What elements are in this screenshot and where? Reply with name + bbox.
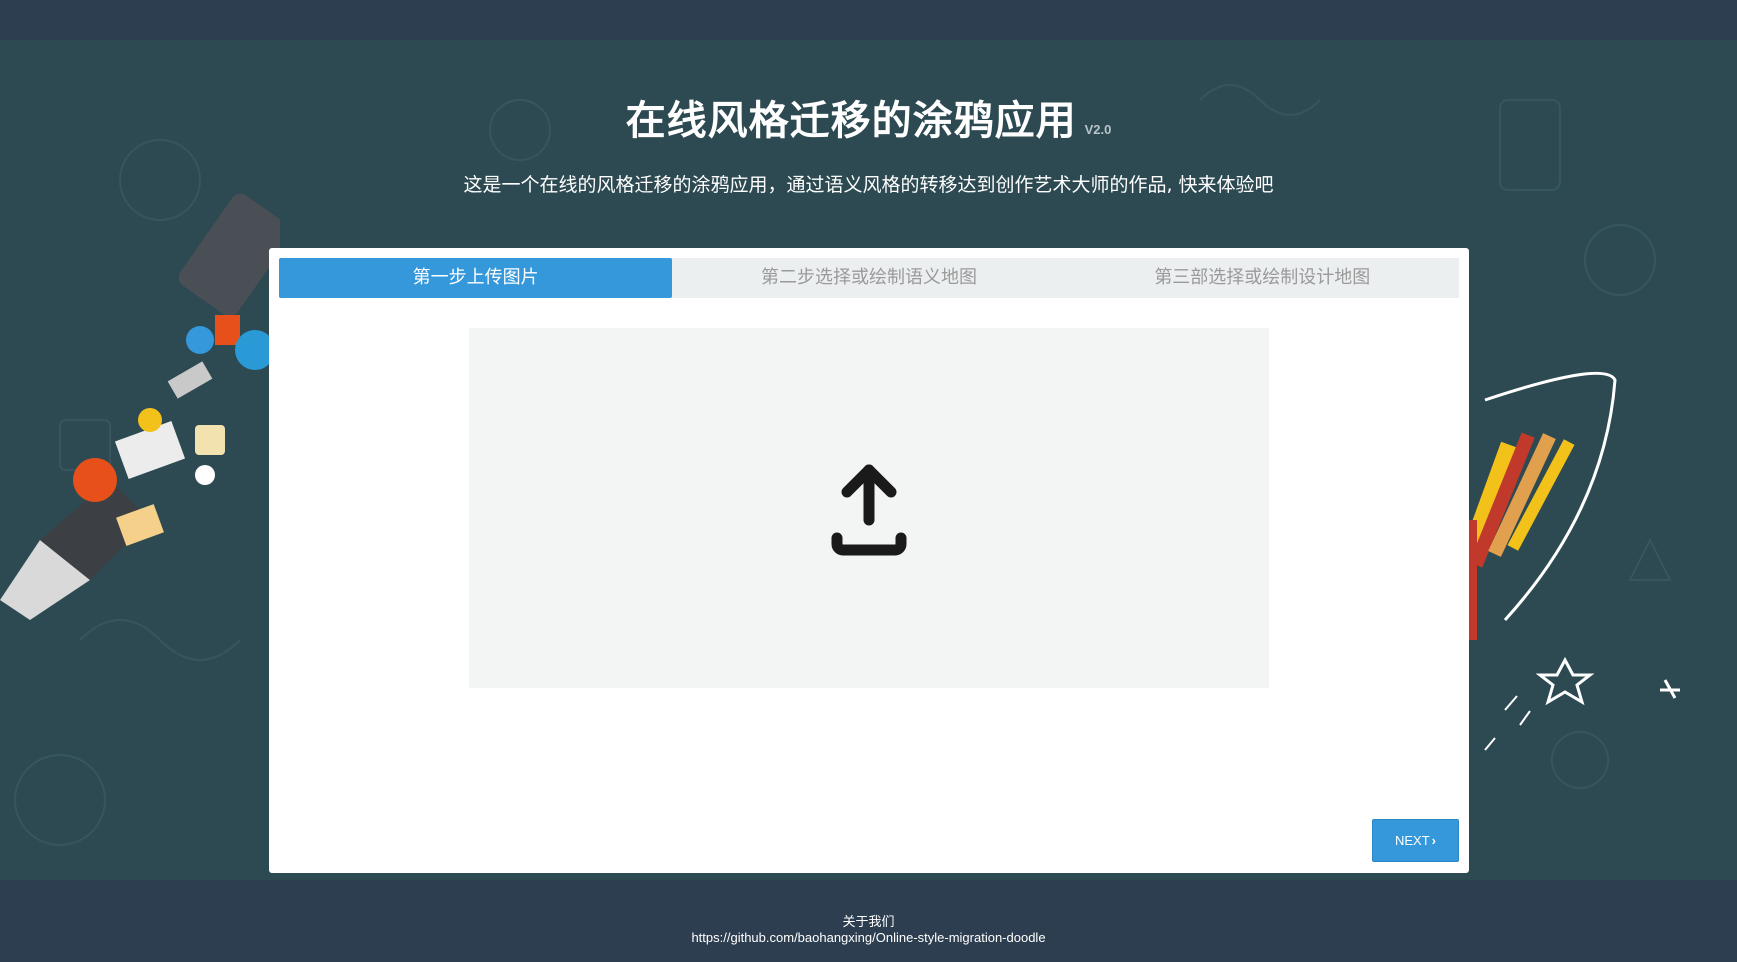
page-title: 在线风格迁移的涂鸦应用 xyxy=(625,98,1077,144)
next-label: NEXT xyxy=(1394,833,1430,848)
top-bar xyxy=(0,0,1737,40)
footer: 关于我们 https://github.com/baohangxing/Onli… xyxy=(0,880,1737,962)
upload-dropzone[interactable] xyxy=(469,328,1269,688)
next-button[interactable]: NEXT › xyxy=(1372,819,1459,862)
version-badge: V2.0 xyxy=(1084,122,1112,137)
tab-step-3[interactable]: 第三部选择或绘制设计地图 xyxy=(1066,258,1459,298)
github-link[interactable]: https://github.com/baohangxing/Online-st… xyxy=(0,930,1737,945)
chevron-right-icon: › xyxy=(1431,833,1436,848)
tab-step-1[interactable]: 第一步上传图片 xyxy=(279,258,673,298)
pen-illustration xyxy=(0,193,280,620)
upload-icon xyxy=(831,464,907,556)
about-us-link[interactable]: 关于我们 xyxy=(0,911,1737,930)
wizard-tabs: 第一步上传图片 第二步选择或绘制语义地图 第三部选择或绘制设计地图 xyxy=(279,258,1459,298)
tab-step-2[interactable]: 第二步选择或绘制语义地图 xyxy=(672,258,1065,298)
header: 在线风格迁移的涂鸦应用 V2.0 xyxy=(0,88,1737,146)
wizard-card: 第一步上传图片 第二步选择或绘制语义地图 第三部选择或绘制设计地图 NEXT › xyxy=(269,248,1469,873)
page-subtitle: 这是一个在线的风格迁移的涂鸦应用，通过语义风格的转移达到创作艺术大师的作品, 快… xyxy=(463,174,1274,196)
rocket-illustration xyxy=(1465,371,1680,751)
